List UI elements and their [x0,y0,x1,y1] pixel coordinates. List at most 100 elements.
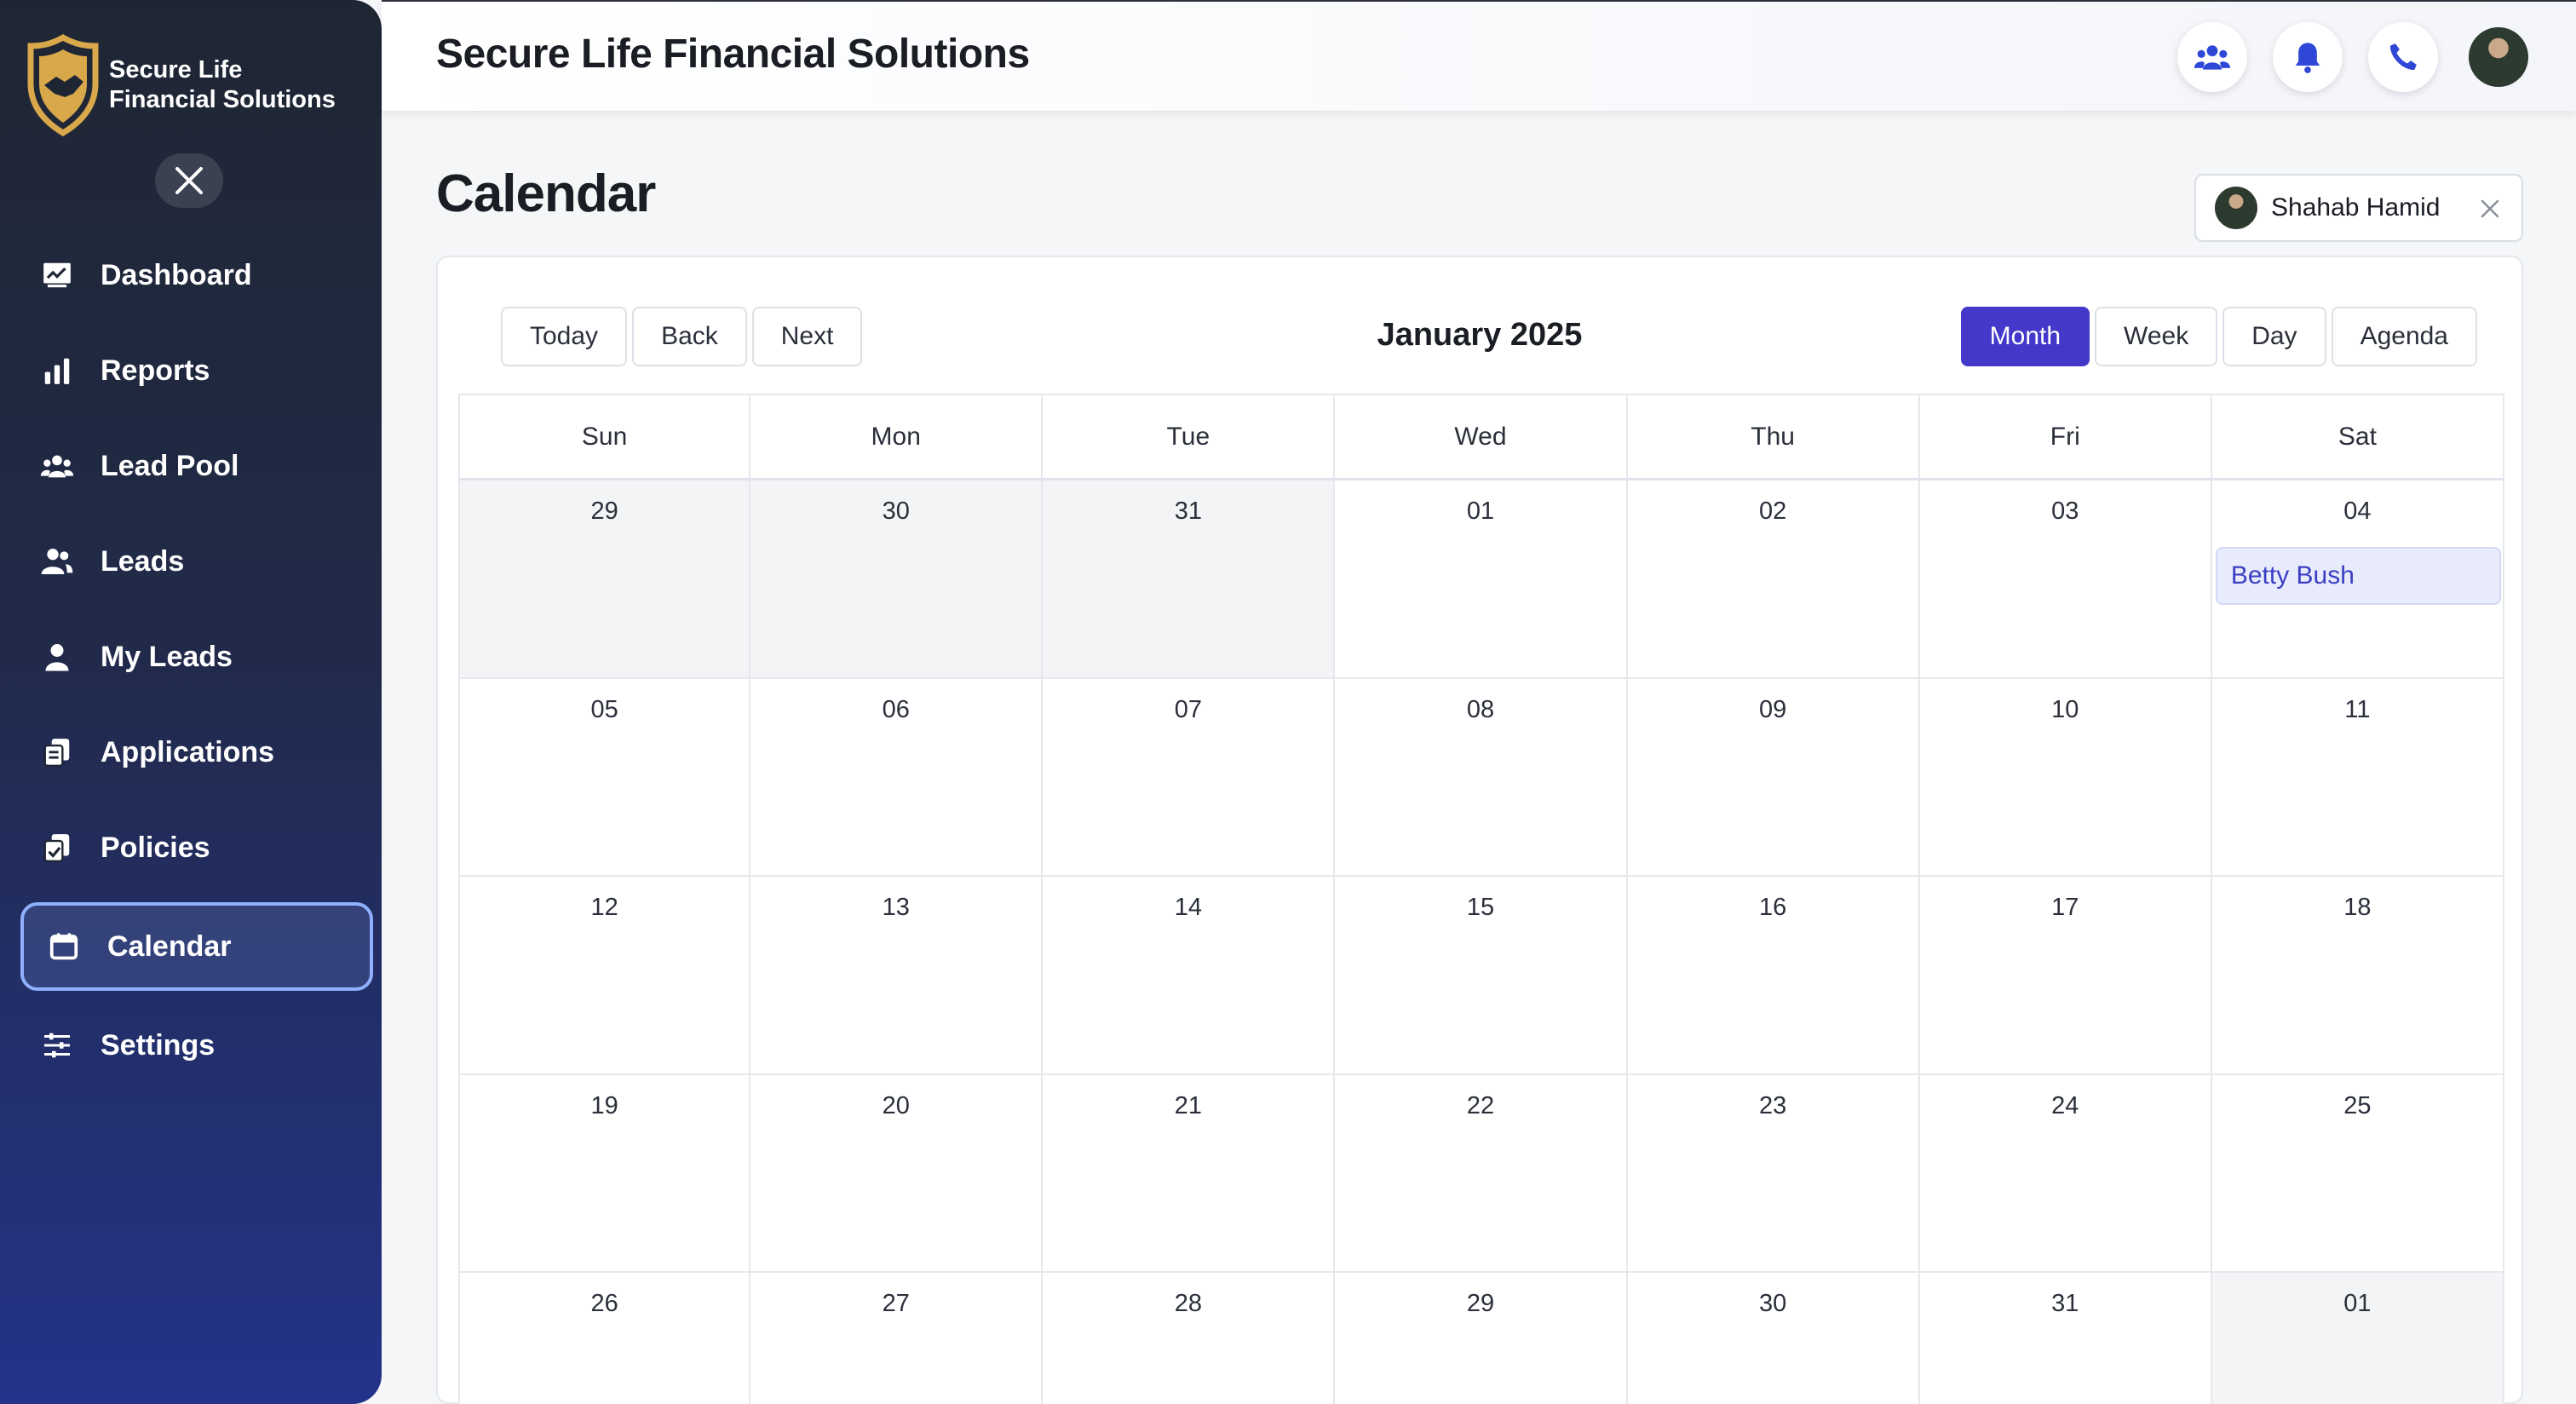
day-number[interactable]: 25 [2212,1092,2503,1120]
day-number[interactable]: 13 [750,894,1041,922]
day-number[interactable]: 17 [1920,894,2211,922]
day-cell[interactable]: 25 [2211,1074,2504,1273]
day-number[interactable]: 01 [2212,1290,2503,1318]
day-cell[interactable]: 18 [2211,877,2504,1075]
day-number[interactable]: 22 [1335,1092,1625,1120]
day-cell[interactable]: 09 [1627,678,1920,877]
day-cell[interactable]: 12 [458,877,751,1075]
day-number[interactable]: 21 [1043,1092,1333,1120]
day-number[interactable]: 11 [2212,696,2503,724]
call-button[interactable] [2368,22,2438,92]
day-number[interactable]: 16 [1628,894,1918,922]
day-cell[interactable]: 03 [1919,480,2212,679]
shield-handshake-logo-icon [27,34,99,136]
day-cell[interactable]: 30 [1627,1273,1920,1404]
day-number[interactable]: 01 [1335,498,1625,526]
user-avatar[interactable] [2469,27,2528,87]
day-number[interactable]: 15 [1335,894,1625,922]
clear-icon[interactable] [2477,196,2503,222]
day-number[interactable]: 18 [2212,894,2503,922]
view-week-button[interactable]: Week [2095,307,2218,366]
day-number[interactable]: 09 [1628,696,1918,724]
view-month-button[interactable]: Month [1960,307,2090,366]
day-cell[interactable]: 22 [1335,1074,1628,1273]
day-number[interactable]: 20 [750,1092,1041,1120]
day-number[interactable]: 31 [1043,498,1333,526]
day-cell[interactable]: 10 [1919,678,2212,877]
day-number[interactable]: 24 [1920,1092,2211,1120]
day-number[interactable]: 10 [1920,696,2211,724]
user-filter-name: Shahab Hamid [2271,193,2441,222]
day-cell[interactable]: 06 [750,678,1044,877]
day-number[interactable]: 08 [1335,696,1625,724]
view-day-button[interactable]: Day [2222,307,2326,366]
day-number[interactable]: 29 [1335,1290,1625,1318]
day-number[interactable]: 14 [1043,894,1333,922]
day-number[interactable]: 30 [1628,1290,1918,1318]
day-number[interactable]: 30 [750,498,1041,526]
day-number[interactable]: 28 [1043,1290,1333,1318]
day-cell[interactable]: 29 [458,480,751,679]
day-number[interactable]: 05 [460,696,749,724]
user-filter-select[interactable]: Shahab Hamid [2194,174,2523,242]
weekday-header: Tue [1043,395,1336,478]
sidebar-item-calendar[interactable]: Calendar [20,902,373,991]
day-cell[interactable]: 23 [1627,1074,1920,1273]
day-cell[interactable]: 24 [1919,1074,2212,1273]
day-cell[interactable]: 27 [750,1273,1044,1404]
day-number[interactable]: 02 [1628,498,1918,526]
day-cell[interactable]: 16 [1627,877,1920,1075]
calendar-event[interactable]: Betty Bush [2215,547,2501,605]
day-cell[interactable]: 04 Betty Bush [2211,480,2504,679]
day-number[interactable]: 31 [1920,1290,2211,1318]
day-number[interactable]: 07 [1043,696,1333,724]
day-number[interactable]: 26 [460,1290,749,1318]
day-cell[interactable]: 30 [750,480,1044,679]
day-cell[interactable]: 28 [1043,1273,1336,1404]
day-number[interactable]: 23 [1628,1092,1918,1120]
brand-line-1: Secure Life [109,56,243,83]
day-cell[interactable]: 20 [750,1074,1044,1273]
day-cell[interactable]: 11 [2211,678,2504,877]
day-cell[interactable]: 15 [1335,877,1628,1075]
close-sidebar-button[interactable] [155,153,223,208]
page-title: Calendar [436,164,656,223]
day-number[interactable]: 04 [2212,498,2503,526]
sidebar-item-lead-pool[interactable]: Lead Pool [20,422,373,510]
sidebar-item-settings[interactable]: Settings [20,1001,373,1090]
notifications-button[interactable] [2273,22,2343,92]
sidebar-item-my-leads[interactable]: My Leads [20,613,373,701]
day-cell[interactable]: 26 [458,1273,751,1404]
sidebar-item-dashboard[interactable]: Dashboard [20,231,373,319]
day-cell[interactable]: 01 [2211,1273,2504,1404]
view-agenda-button[interactable]: Agenda [2331,307,2477,366]
day-cell[interactable]: 29 [1335,1273,1628,1404]
day-cell[interactable]: 21 [1043,1074,1336,1273]
day-number[interactable]: 29 [460,498,749,526]
day-cell[interactable]: 05 [458,678,751,877]
day-cell[interactable]: 02 [1627,480,1920,679]
day-cell[interactable]: 17 [1919,877,2212,1075]
day-cell[interactable]: 08 [1335,678,1628,877]
sidebar-item-leads[interactable]: Leads [20,517,373,606]
day-cell[interactable]: 01 [1335,480,1628,679]
day-number[interactable]: 27 [750,1290,1041,1318]
weekday-header: Wed [1335,395,1628,478]
team-button[interactable] [2177,22,2247,92]
brand[interactable]: Secure Life Financial Solutions [27,34,336,136]
sidebar-item-reports[interactable]: Reports [20,326,373,415]
day-number[interactable]: 19 [460,1092,749,1120]
day-number[interactable]: 03 [1920,498,2211,526]
sidebar-item-policies[interactable]: Policies [20,803,373,892]
header-title: Secure Life Financial Solutions [436,32,1030,77]
day-cell[interactable]: 31 [1919,1273,2212,1404]
day-number[interactable]: 06 [750,696,1041,724]
day-number[interactable]: 12 [460,894,749,922]
day-cell[interactable]: 13 [750,877,1044,1075]
sidebar-item-applications[interactable]: Applications [20,708,373,797]
top-header: Secure Life Financial Solutions [382,0,2576,111]
day-cell[interactable]: 14 [1043,877,1336,1075]
day-cell[interactable]: 31 [1043,480,1336,679]
day-cell[interactable]: 19 [458,1074,751,1273]
day-cell[interactable]: 07 [1043,678,1336,877]
